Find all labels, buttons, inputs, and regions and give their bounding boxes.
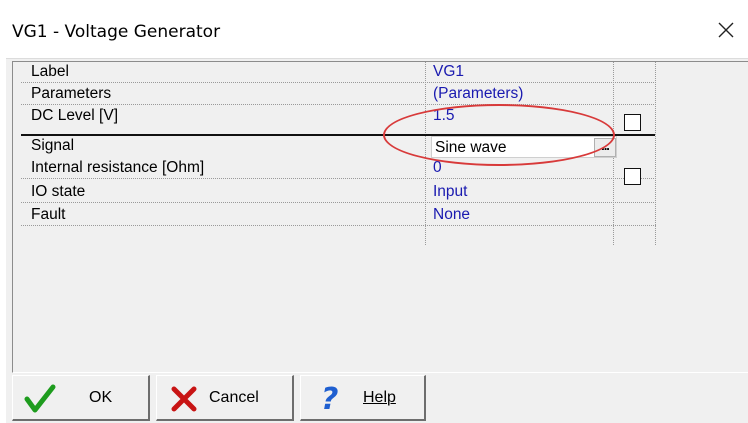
ok-label: OK xyxy=(89,389,113,406)
signal-value: Sine wave xyxy=(435,139,507,156)
property-name: Parameters xyxy=(31,85,112,102)
svg-text:?: ? xyxy=(321,383,338,415)
property-name: Label xyxy=(31,63,69,80)
signal-value-editor[interactable]: Sine wave ... xyxy=(431,136,617,158)
ok-button[interactable]: OK xyxy=(12,375,150,421)
close-icon xyxy=(718,22,734,43)
help-label: Help xyxy=(363,389,396,406)
property-row-parameters[interactable]: Parameters (Parameters) xyxy=(21,84,656,105)
property-value[interactable]: 0 xyxy=(433,159,442,177)
property-name: Internal resistance [Ohm] xyxy=(31,159,205,176)
property-value[interactable]: None xyxy=(433,206,470,224)
title-bar: VG1 - Voltage Generator xyxy=(0,0,748,58)
dialog-body: Label VG1 Parameters (Parameters) DC Lev… xyxy=(6,58,748,423)
property-row-io-state[interactable]: IO state Input xyxy=(21,182,656,203)
question-mark-icon: ? xyxy=(319,382,341,420)
property-row-fault[interactable]: Fault None xyxy=(21,205,656,226)
property-row-dc-level[interactable]: DC Level [V] 1.5 xyxy=(21,106,656,128)
property-row-label[interactable]: Label VG1 xyxy=(21,62,656,83)
property-row-internal-resistance[interactable]: Internal resistance [Ohm] 0 xyxy=(21,158,656,179)
property-name: Signal xyxy=(31,137,75,154)
property-grid: Label VG1 Parameters (Parameters) DC Lev… xyxy=(12,61,748,373)
property-value[interactable]: Input xyxy=(433,183,467,201)
property-name: Fault xyxy=(31,206,66,223)
window-title: VG1 - Voltage Generator xyxy=(12,22,221,42)
property-value[interactable]: 1.5 xyxy=(433,107,455,125)
close-button[interactable] xyxy=(704,12,748,52)
cancel-label: Cancel xyxy=(209,389,259,406)
property-row-signal[interactable]: Signal Sine wave ... xyxy=(21,134,655,158)
checkmark-icon xyxy=(23,384,57,419)
help-button[interactable]: ? Help xyxy=(300,375,426,421)
dc-level-checkbox[interactable] xyxy=(624,114,641,131)
ellipsis-button[interactable]: ... xyxy=(594,138,616,157)
cancel-x-icon xyxy=(171,386,197,417)
property-name: IO state xyxy=(31,183,86,200)
property-value[interactable]: VG1 xyxy=(433,63,464,81)
property-name: DC Level [V] xyxy=(31,107,119,124)
property-value[interactable]: (Parameters) xyxy=(433,85,523,103)
cancel-button[interactable]: Cancel xyxy=(156,375,294,421)
